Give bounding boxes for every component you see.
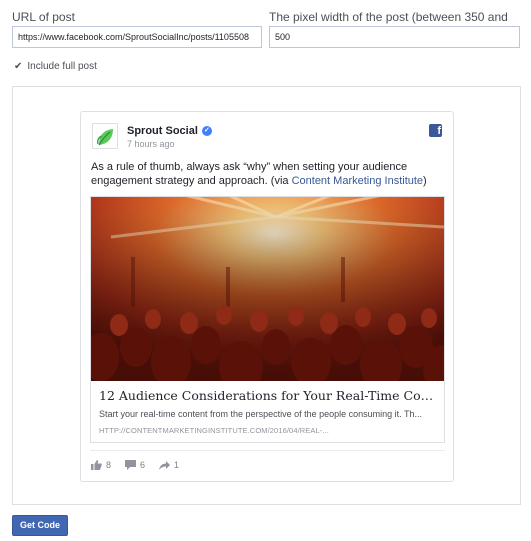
embed-preview: Sprout Social ✓ 7 hours ago f As a rule … — [12, 86, 521, 505]
link-description: Start your real-time content from the pe… — [99, 409, 422, 419]
url-label: URL of post — [12, 10, 75, 24]
url-input[interactable] — [12, 26, 262, 48]
page-name[interactable]: Sprout Social — [127, 125, 198, 137]
comments-count[interactable]: 6 — [125, 460, 145, 470]
link-preview-card[interactable]: 12 Audience Considerations for Your Real… — [90, 196, 445, 443]
page-avatar[interactable] — [92, 123, 118, 149]
get-code-button[interactable]: Get Code — [12, 515, 68, 536]
facebook-icon[interactable]: f — [429, 124, 442, 137]
link-title[interactable]: 12 Audience Considerations for Your Real… — [99, 388, 439, 403]
post-timestamp[interactable]: 7 hours ago — [127, 139, 175, 149]
include-full-post-checkbox[interactable]: ✔ Include full post — [14, 61, 97, 72]
page-name-row: Sprout Social ✓ — [127, 125, 212, 137]
shares-count-value: 1 — [174, 460, 180, 470]
engagement-bar: 8 6 1 — [91, 460, 179, 470]
width-input[interactable] — [269, 26, 520, 48]
sprout-social-logo-icon — [97, 129, 113, 146]
thumbs-up-icon — [91, 460, 102, 470]
post-body: As a rule of thumb, always ask “why” whe… — [91, 160, 441, 188]
check-icon[interactable]: ✔ — [14, 61, 22, 72]
post-text-end: ) — [423, 175, 427, 187]
shares-count[interactable]: 1 — [159, 460, 179, 470]
post-text-link[interactable]: Content Marketing Institute — [292, 175, 423, 187]
likes-count[interactable]: 8 — [91, 460, 111, 470]
facebook-post-card: Sprout Social ✓ 7 hours ago f As a rule … — [80, 111, 454, 482]
link-domain: HTTP://CONTENTMARKETINGINSTITUTE.COM/201… — [99, 426, 329, 435]
post-divider — [90, 450, 445, 451]
concert-crowd-image[interactable] — [91, 197, 444, 381]
comments-count-value: 6 — [140, 460, 146, 470]
likes-count-value: 8 — [106, 460, 112, 470]
verified-badge-icon: ✓ — [201, 126, 212, 136]
include-full-post-label: Include full post — [27, 61, 97, 72]
share-arrow-icon — [159, 461, 171, 470]
comment-icon — [125, 460, 137, 470]
